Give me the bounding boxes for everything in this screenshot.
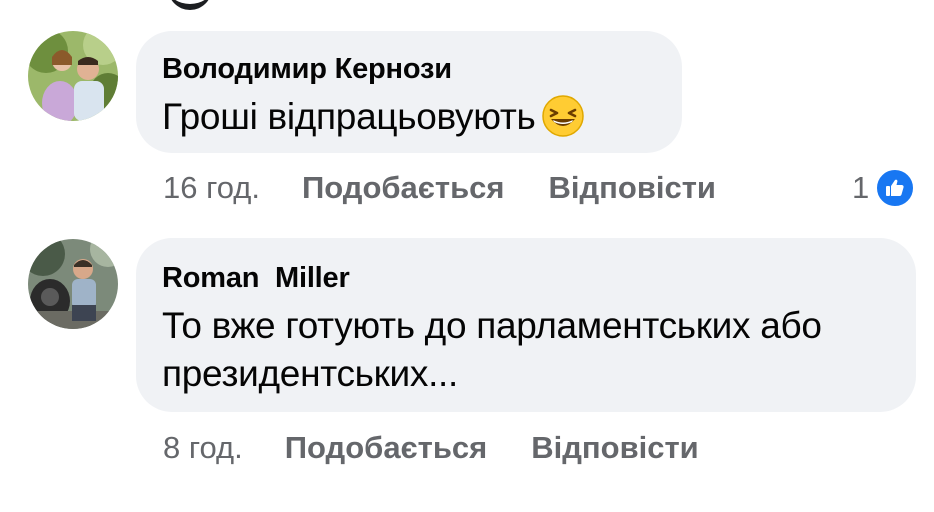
reaction-count: 1 [852, 170, 870, 205]
comment-text: То вже готують до парламентських або пре… [162, 305, 822, 394]
previous-comment-fragment [168, 0, 212, 10]
reply-button[interactable]: Відповісти [548, 170, 716, 205]
comment-timestamp[interactable]: 16 год. [163, 170, 260, 205]
avatar-photo [28, 239, 118, 329]
reply-button[interactable]: Відповісти [531, 430, 699, 465]
comment-timestamp[interactable]: 8 год. [163, 430, 243, 465]
comment-bubble: Володимир Кернози Гроші відпрацьовують [136, 31, 682, 153]
like-button[interactable]: Подобається [302, 170, 505, 205]
grinning-squinting-face-icon [541, 95, 584, 149]
comment-author[interactable]: Володимир Кернози [162, 51, 656, 87]
like-icon [875, 168, 916, 208]
comment-text: Гроші відпрацьовують [162, 93, 656, 149]
comment-bubble: Roman Miller То вже готують до парламент… [136, 238, 916, 412]
avatar-photo [28, 31, 118, 121]
avatar[interactable] [28, 31, 118, 121]
like-button[interactable]: Подобається [285, 430, 488, 465]
comment-meta: 8 год. Подобається Відповісти [163, 430, 699, 466]
comment-meta: 16 год. Подобається Відповісти [163, 170, 716, 206]
reaction-summary[interactable]: 1 [852, 168, 916, 208]
comment-author[interactable]: Roman Miller [162, 260, 890, 296]
comment-text-content: Гроші відпрацьовують [162, 96, 536, 137]
avatar[interactable] [28, 239, 118, 329]
